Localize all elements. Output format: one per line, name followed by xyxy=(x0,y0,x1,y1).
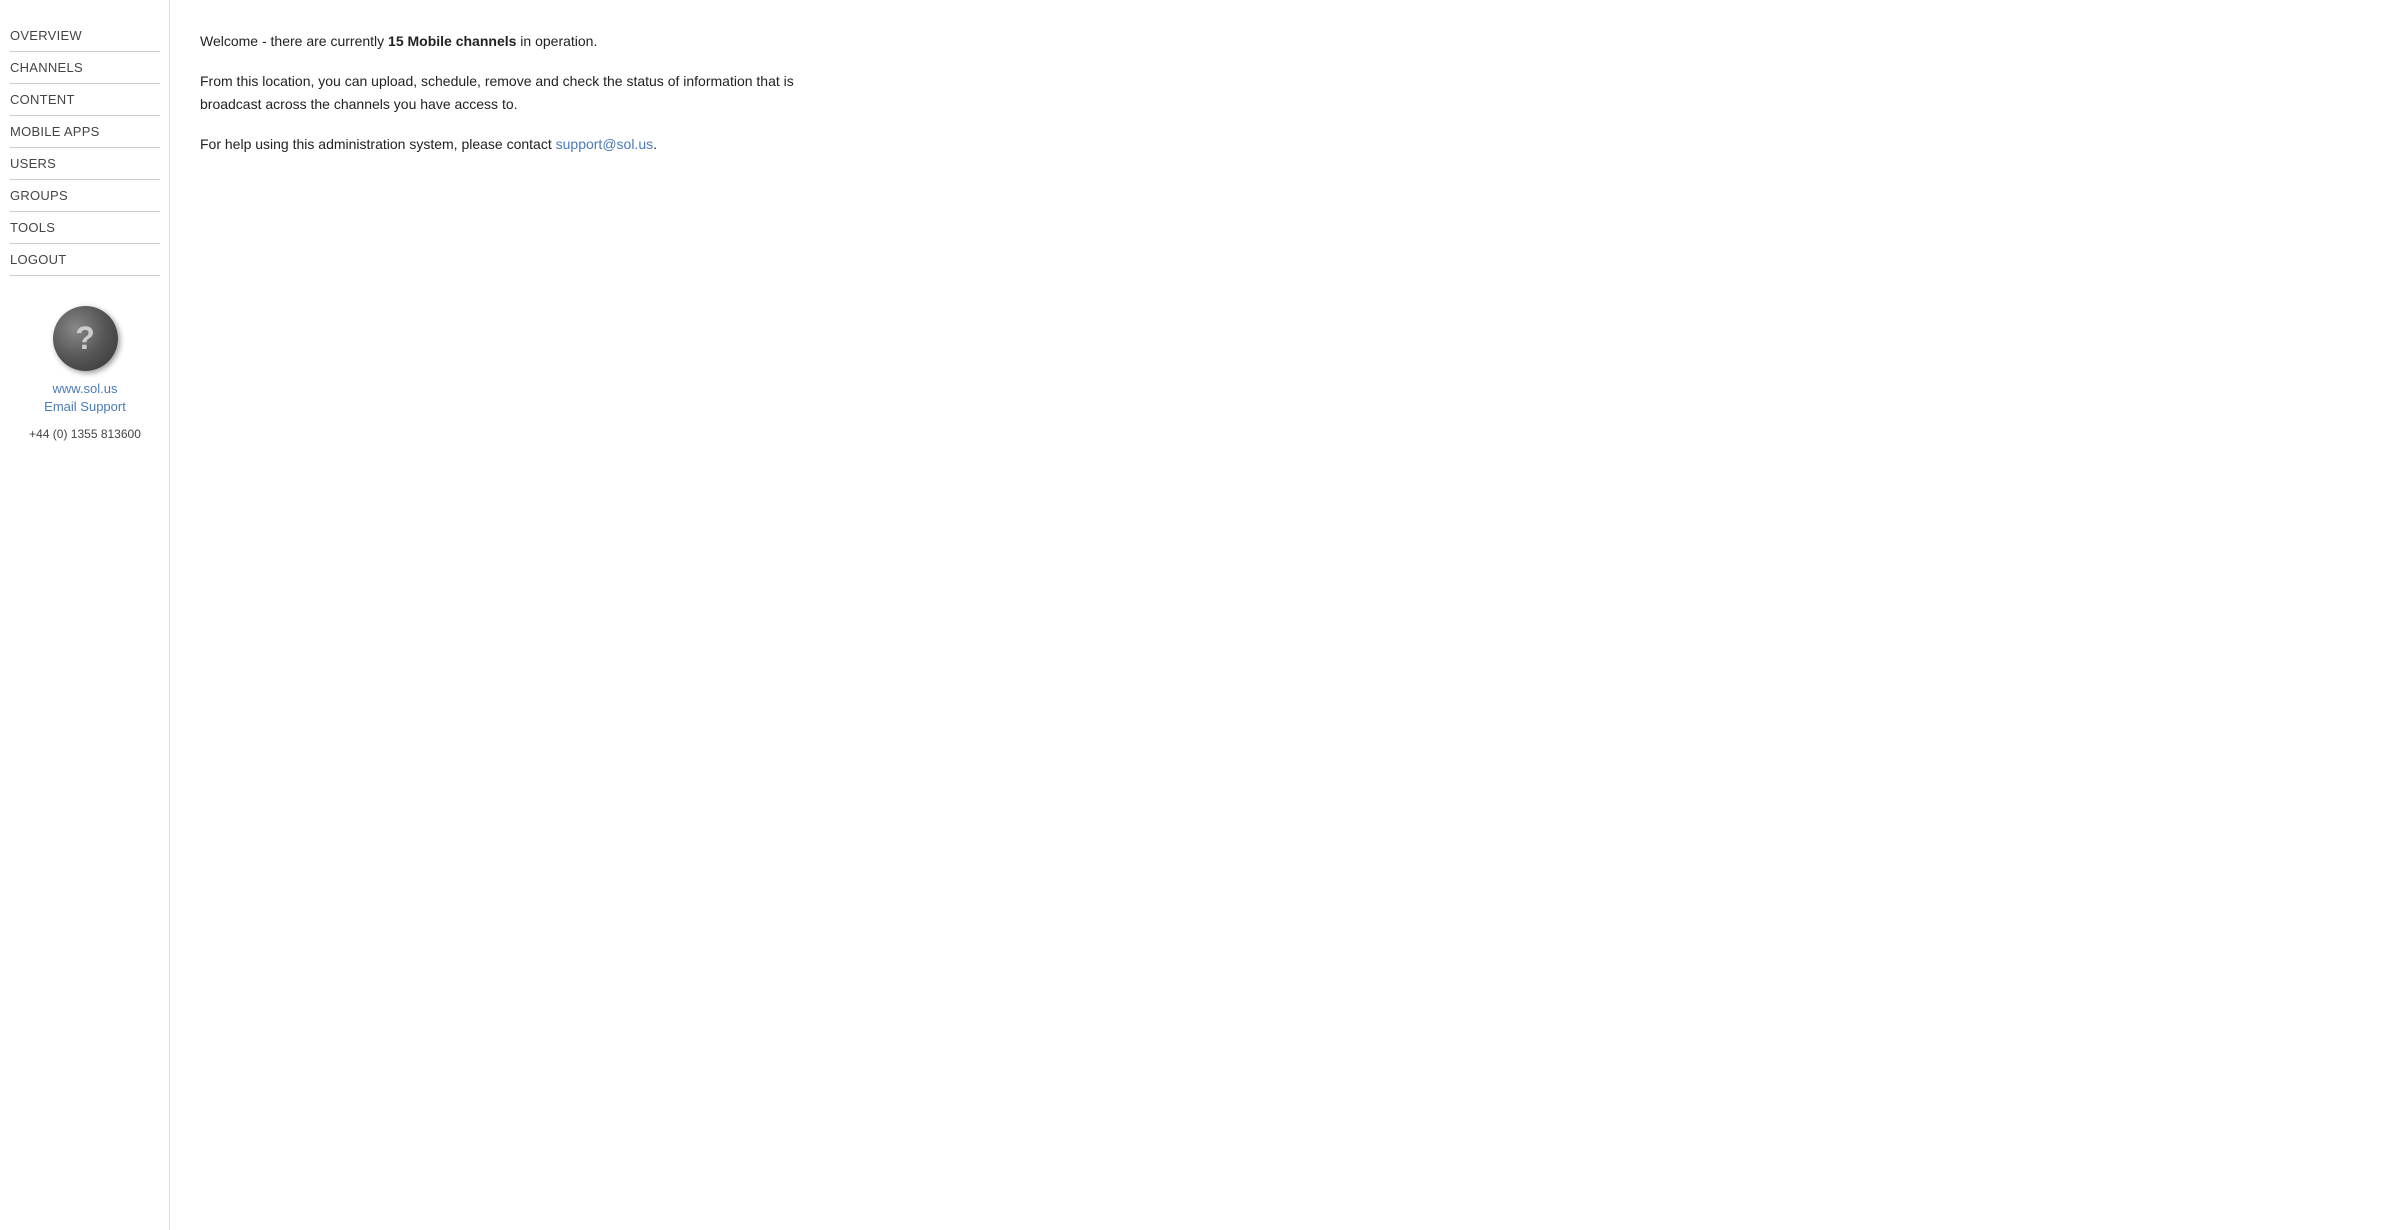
sidebar-item-tools[interactable]: TOOLS xyxy=(10,212,160,244)
phone-number: +44 (0) 1355 813600 xyxy=(29,427,141,441)
help-icon: ? xyxy=(53,306,118,371)
help-paragraph: For help using this administration syste… xyxy=(200,133,840,155)
welcome-paragraph: Welcome - there are currently 15 Mobile … xyxy=(200,30,840,52)
sidebar-nav: OVERVIEWCHANNELSCONTENTMOBILE APPSUSERSG… xyxy=(10,20,160,276)
main-content: Welcome - there are currently 15 Mobile … xyxy=(170,0,870,1230)
channel-highlight: 15 Mobile channels xyxy=(388,33,516,49)
info-paragraph: From this location, you can upload, sche… xyxy=(200,70,840,115)
support-section: ? www.sol.us Email Support +44 (0) 1355 … xyxy=(10,306,160,441)
welcome-suffix: in operation. xyxy=(516,33,597,49)
sidebar-item-overview[interactable]: OVERVIEW xyxy=(10,20,160,52)
support-email-link[interactable]: support@sol.us xyxy=(556,136,653,152)
help-prefix: For help using this administration syste… xyxy=(200,136,556,152)
website-link[interactable]: www.sol.us xyxy=(52,381,117,396)
email-support-link[interactable]: Email Support xyxy=(44,399,126,414)
sidebar-item-users[interactable]: USERS xyxy=(10,148,160,180)
sidebar-item-channels[interactable]: CHANNELS xyxy=(10,52,160,84)
sidebar-item-mobile-apps[interactable]: MOBILE APPS xyxy=(10,116,160,148)
sidebar-item-content[interactable]: CONTENT xyxy=(10,84,160,116)
sidebar: OVERVIEWCHANNELSCONTENTMOBILE APPSUSERSG… xyxy=(0,0,170,1230)
help-suffix: . xyxy=(653,136,657,152)
welcome-prefix: Welcome - there are currently xyxy=(200,33,388,49)
sidebar-item-groups[interactable]: GROUPS xyxy=(10,180,160,212)
sidebar-item-logout[interactable]: LOGOUT xyxy=(10,244,160,276)
question-mark-icon: ? xyxy=(75,322,95,354)
